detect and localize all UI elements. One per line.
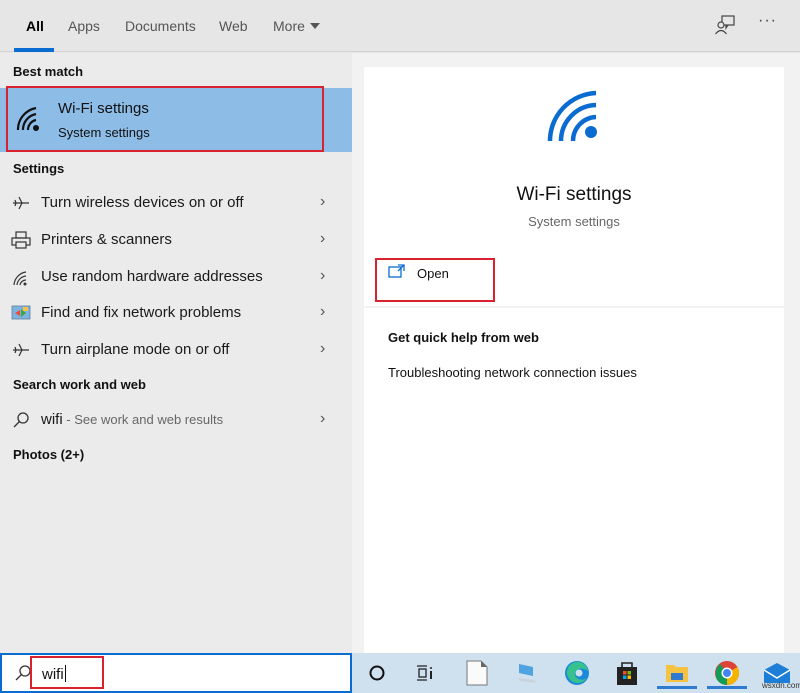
store-button[interactable] (610, 657, 644, 689)
wifi-icon (547, 90, 597, 142)
quick-help-card: Get quick help from web Troubleshooting … (364, 308, 784, 653)
best-match-subtitle: System settings (58, 125, 150, 140)
settings-item-wireless-devices[interactable]: Turn wireless devices on or off › (0, 185, 352, 221)
tab-apps[interactable]: Apps (68, 18, 100, 34)
settings-item-printers[interactable]: Printers & scanners › (0, 222, 352, 258)
settings-item-label: Printers & scanners (41, 231, 172, 248)
settings-item-label: Find and fix network problems (41, 304, 242, 321)
preview-subtitle: System settings (528, 214, 620, 229)
search-icon (15, 665, 31, 681)
settings-item-network-problems[interactable]: Find and fix network problems › (0, 295, 352, 331)
best-match-header: Best match (13, 64, 84, 79)
edge-icon (565, 661, 589, 685)
search-web-label: wifi - See work and web results (41, 411, 223, 428)
search-web-item[interactable]: wifi - See work and web results › (0, 402, 352, 438)
best-match-title: Wi-Fi settings (58, 100, 149, 117)
cortana-icon (369, 665, 385, 681)
tab-web[interactable]: Web (219, 18, 248, 34)
computer-icon (518, 664, 536, 683)
text-caret (64, 665, 66, 682)
search-web-suffix: - See work and web results (62, 412, 224, 427)
open-external-icon (388, 264, 405, 278)
quick-help-title: Get quick help from web (388, 330, 539, 345)
results-pane: Best match Wi-Fi settings System setting… (0, 53, 352, 653)
tab-all[interactable]: All (26, 18, 44, 34)
caret-down-icon (309, 23, 320, 29)
running-indicator (657, 686, 697, 689)
feedback-icon[interactable] (714, 14, 736, 36)
search-text: wifi (42, 666, 64, 683)
settings-item-label: Turn wireless devices on or off (41, 194, 244, 211)
active-tab-indicator (14, 48, 54, 52)
task-view-button[interactable] (408, 657, 442, 689)
quick-help-link[interactable]: Troubleshooting network connection issue… (388, 365, 637, 380)
cortana-button[interactable] (360, 657, 394, 689)
tab-documents[interactable]: Documents (125, 18, 196, 34)
search-value: wifi (42, 665, 66, 683)
file-explorer-icon (666, 665, 688, 682)
preview-title: Wi-Fi settings (516, 184, 632, 205)
best-match-item[interactable]: Wi-Fi settings System settings (0, 88, 352, 152)
chrome-icon (715, 661, 740, 685)
printer-icon (11, 231, 31, 249)
preview-actions-card: Open (364, 248, 784, 306)
chevron-right-icon: › (320, 230, 326, 247)
document-app-button[interactable] (460, 657, 494, 689)
chrome-button[interactable] (707, 657, 747, 689)
airplane-icon (13, 196, 29, 210)
preview-pane: Wi-Fi settings System settings Open Get … (352, 53, 800, 653)
network-troubleshooter-icon (11, 305, 31, 320)
chevron-right-icon: › (320, 193, 326, 210)
file-explorer-button[interactable] (657, 657, 697, 689)
store-icon (617, 662, 637, 685)
settings-item-label: Use random hardware addresses (41, 268, 263, 285)
airplane-icon (13, 343, 29, 357)
this-pc-button[interactable] (510, 657, 544, 689)
wifi-icon (13, 271, 27, 286)
document-icon (466, 660, 488, 686)
settings-item-random-hardware[interactable]: Use random hardware addresses › (0, 259, 352, 295)
photos-header[interactable]: Photos (2+) (13, 447, 84, 462)
search-filter-bar: All Apps Documents Web More ··· (0, 0, 800, 52)
chevron-right-icon: › (320, 267, 326, 284)
tab-more-label: More (273, 18, 305, 34)
settings-header: Settings (13, 161, 65, 176)
preview-header-card: Wi-Fi settings System settings (364, 67, 784, 275)
search-input[interactable]: wifi (0, 653, 352, 693)
search-web-query: wifi (41, 411, 63, 428)
open-label: Open (417, 266, 449, 281)
chevron-right-icon: › (320, 303, 326, 320)
chevron-right-icon: › (320, 410, 326, 427)
open-button[interactable]: Open (376, 256, 494, 298)
search-icon (13, 412, 29, 428)
edge-button[interactable] (560, 657, 594, 689)
search-work-web-header: Search work and web (13, 377, 146, 392)
settings-item-label: Turn airplane mode on or off (41, 341, 230, 358)
tab-more[interactable]: More (273, 18, 320, 34)
chevron-right-icon: › (320, 340, 326, 357)
wifi-icon (16, 106, 39, 131)
settings-item-airplane-mode[interactable]: Turn airplane mode on or off › (0, 332, 352, 368)
more-options-icon[interactable]: ··· (758, 12, 780, 34)
running-indicator (707, 686, 747, 689)
watermark: wsxdn.com (762, 681, 800, 690)
task-view-icon (417, 665, 432, 681)
